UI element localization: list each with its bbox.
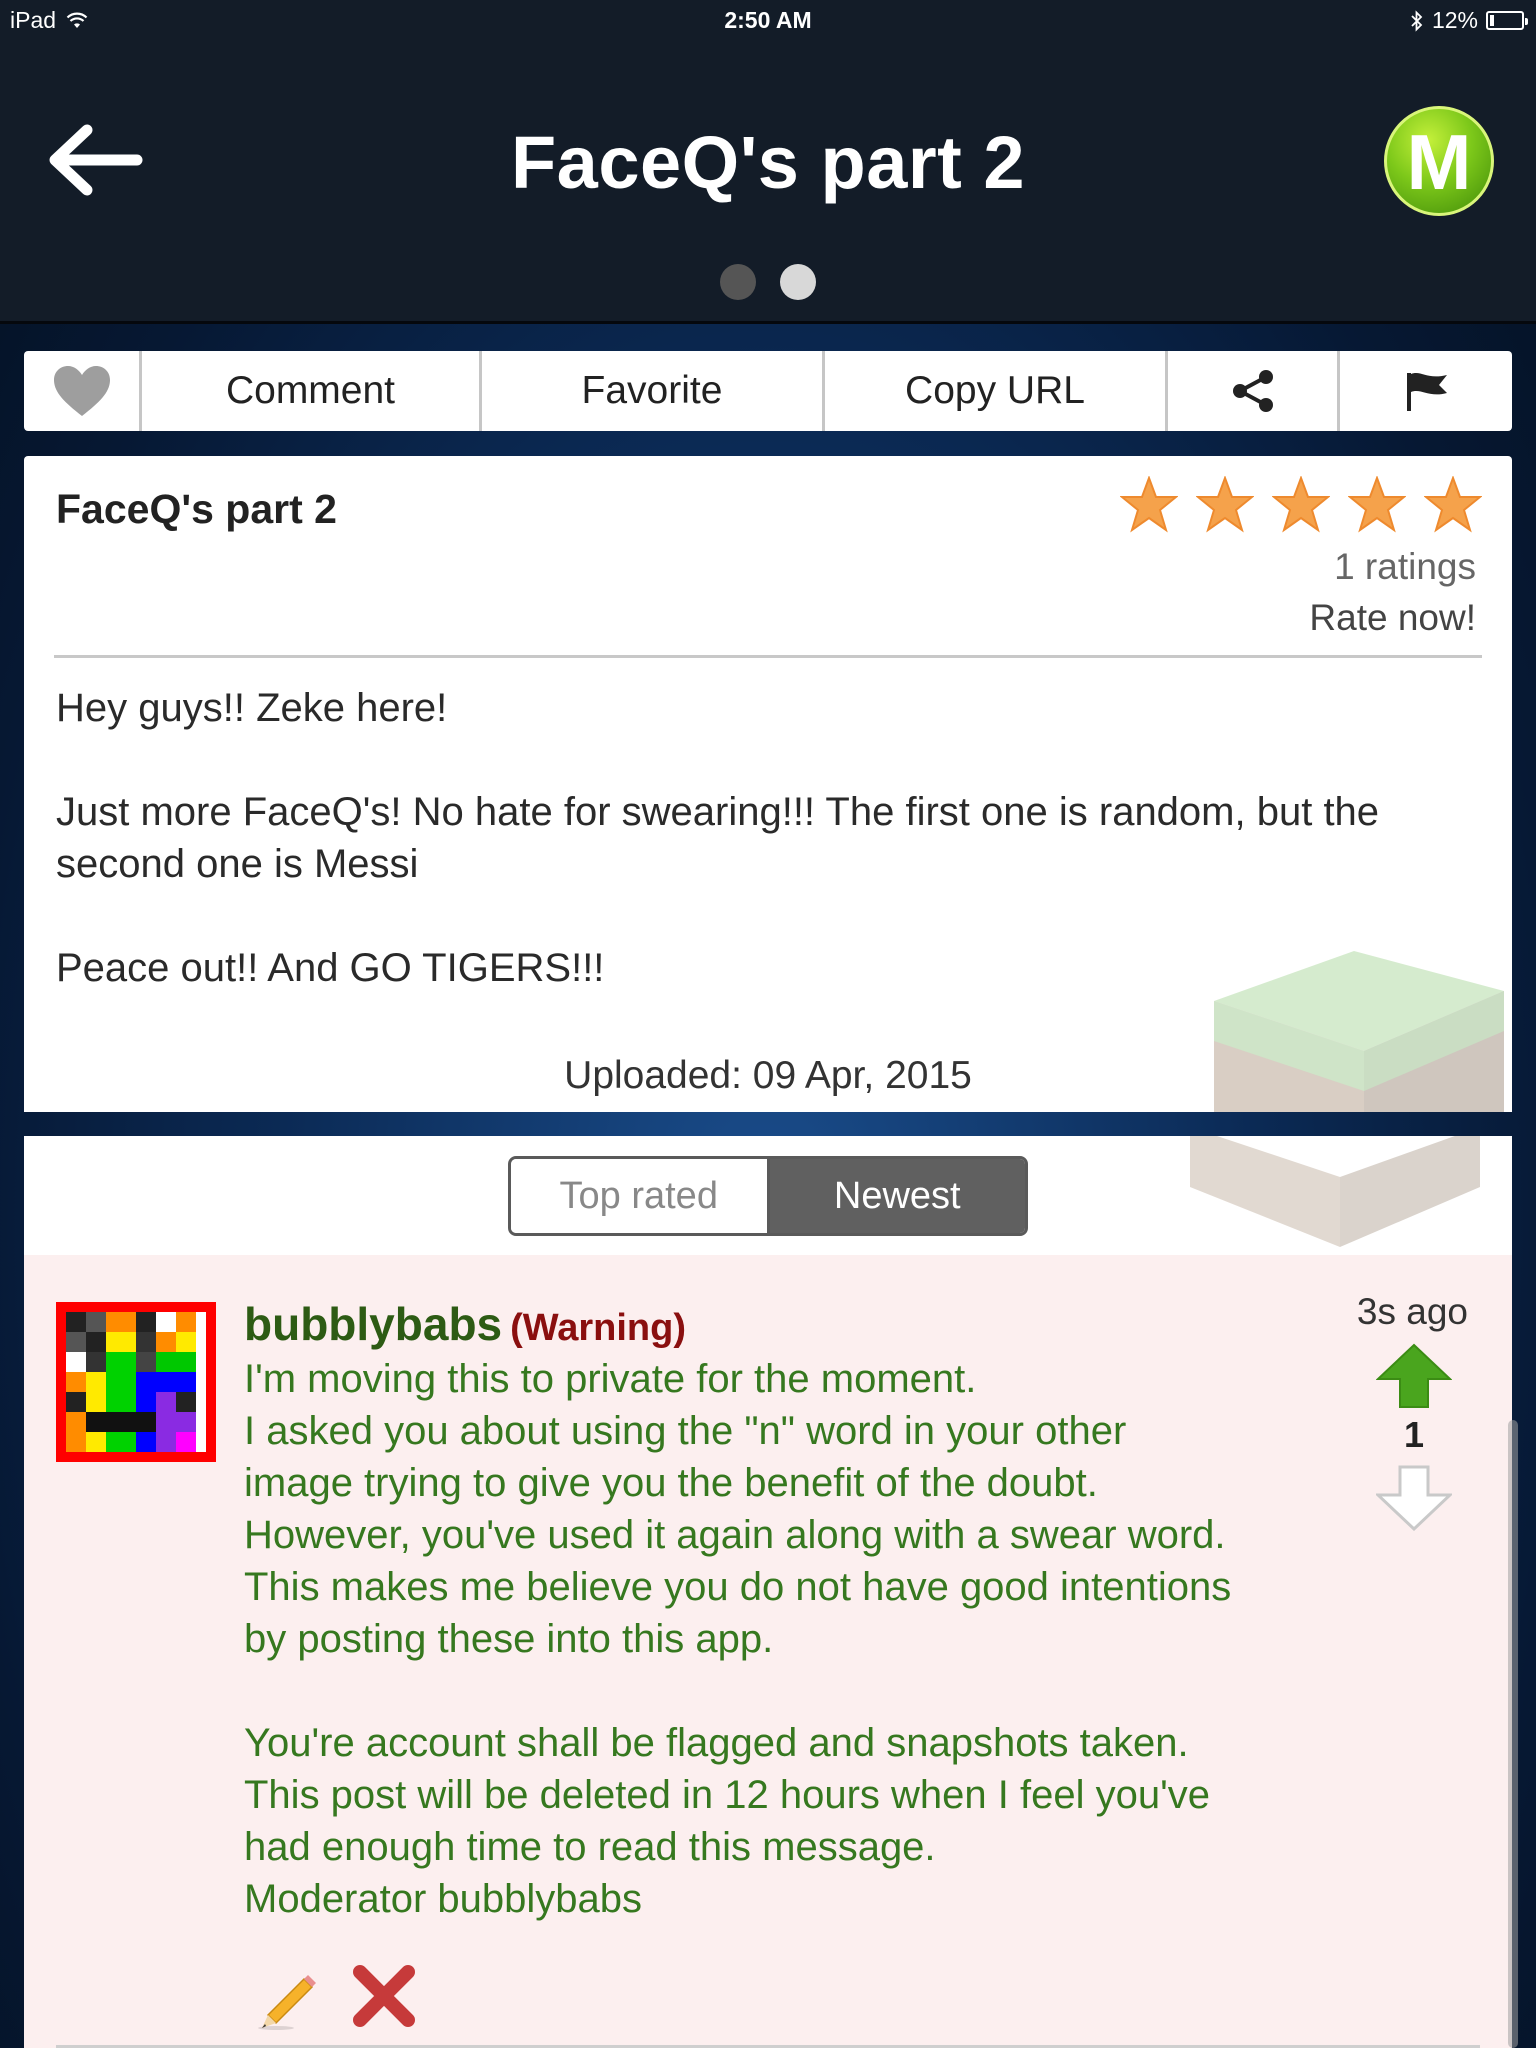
bluetooth-icon: [1411, 9, 1423, 32]
page-indicator: [0, 264, 1536, 300]
star-icon[interactable]: [1272, 476, 1330, 534]
ratings-count: 1 ratings: [1334, 546, 1476, 587]
report-button[interactable]: [1340, 351, 1512, 431]
comment-line: had enough time to read this message.: [244, 1825, 936, 1869]
like-button[interactable]: [24, 351, 142, 431]
post-description: Hey guys!! Zeke here! Just more FaceQ's!…: [56, 682, 1486, 1046]
upload-date: Uploaded: 09 Apr, 2015: [564, 1054, 972, 1097]
comment-line: This makes me believe you do not have go…: [244, 1565, 1232, 1609]
status-bar: iPad 2:50 AM 12%: [0, 0, 1536, 42]
comment-line: Moderator bubblybabs: [244, 1877, 643, 1921]
comment-line: image trying to give you the benefit of …: [244, 1461, 1098, 1505]
flag-icon: [1407, 373, 1447, 411]
upvote-arrow-icon[interactable]: [1376, 1343, 1452, 1409]
downvote-arrow-icon[interactable]: [1376, 1465, 1452, 1531]
comment-line: by posting these into this app.: [244, 1617, 774, 1661]
battery-icon: [1486, 11, 1528, 30]
copy-url-button[interactable]: Copy URL: [825, 351, 1168, 431]
page-dot-2[interactable]: [780, 264, 816, 300]
app-logo[interactable]: M: [1384, 106, 1494, 216]
comment-line: [244, 1665, 1344, 1717]
comment-line: I asked you about using the "n" word in …: [244, 1409, 1127, 1453]
avatar[interactable]: [56, 1302, 216, 1462]
vote-count: 1: [1403, 1414, 1425, 1455]
description-paragraph: Hey guys!! Zeke here!: [56, 686, 448, 730]
delete-x-icon[interactable]: [350, 1962, 418, 2030]
post-card: FaceQ's part 2 1 ratings Rate now! Hey g…: [24, 456, 1512, 1112]
share-button[interactable]: [1168, 351, 1340, 431]
rating-stars[interactable]: [1120, 476, 1482, 534]
username-text[interactable]: bubblybabs: [244, 1298, 502, 1350]
share-icon: [1232, 370, 1273, 412]
rate-now-link[interactable]: Rate now!: [1309, 597, 1476, 639]
comment-item: bubblybabs (Warning) 3s ago 1 I'm moving …: [24, 1255, 1512, 2048]
star-icon[interactable]: [1196, 476, 1254, 534]
favorite-button[interactable]: Favorite: [482, 351, 825, 431]
app-header: FaceQ's part 2 M: [0, 42, 1536, 324]
comment-username[interactable]: bubblybabs (Warning): [244, 1297, 686, 1351]
divider: [54, 655, 1482, 658]
comment-line: You're account shall be flagged and snap…: [244, 1721, 1189, 1765]
comment-button[interactable]: Comment: [142, 351, 482, 431]
battery-percent: 12%: [1431, 7, 1478, 33]
pencil-icon[interactable]: [256, 1965, 322, 2031]
comment-line: I'm moving this to private for the momen…: [244, 1357, 977, 1401]
star-icon[interactable]: [1424, 476, 1482, 534]
sort-newest[interactable]: Newest: [766, 1159, 1025, 1233]
heart-icon: [53, 366, 110, 416]
page-dot-1[interactable]: [720, 264, 756, 300]
sort-top-rated[interactable]: Top rated: [511, 1159, 767, 1233]
action-toolbar: Comment Favorite Copy URL: [24, 351, 1512, 431]
grass-block-shadow: [1190, 1136, 1480, 1247]
description-paragraph: Peace out!! And GO TIGERS!!!: [56, 946, 605, 990]
comment-sort-toggle: Top rated Newest: [508, 1156, 1028, 1236]
comment-time: 3s ago: [1356, 1291, 1468, 1332]
page-title: FaceQ's part 2: [510, 121, 1026, 204]
comment-line: However, you've used it again along with…: [244, 1513, 1226, 1557]
comments-section: Top rated Newest bubblybabs (Warning) 3s…: [24, 1136, 1512, 2048]
status-time: 2:50 AM: [724, 7, 812, 33]
star-icon[interactable]: [1348, 476, 1406, 534]
scrollbar[interactable]: [1508, 1420, 1518, 2048]
comment-body: I'm moving this to private for the momen…: [244, 1353, 1344, 1925]
star-icon[interactable]: [1120, 476, 1178, 534]
description-paragraph: Just more FaceQ's! No hate for swearing!…: [56, 790, 1380, 886]
comment-line: This post will be deleted in 12 hours wh…: [244, 1773, 1210, 1817]
post-title: FaceQ's part 2: [56, 486, 337, 532]
warning-tag: (Warning): [510, 1307, 687, 1349]
